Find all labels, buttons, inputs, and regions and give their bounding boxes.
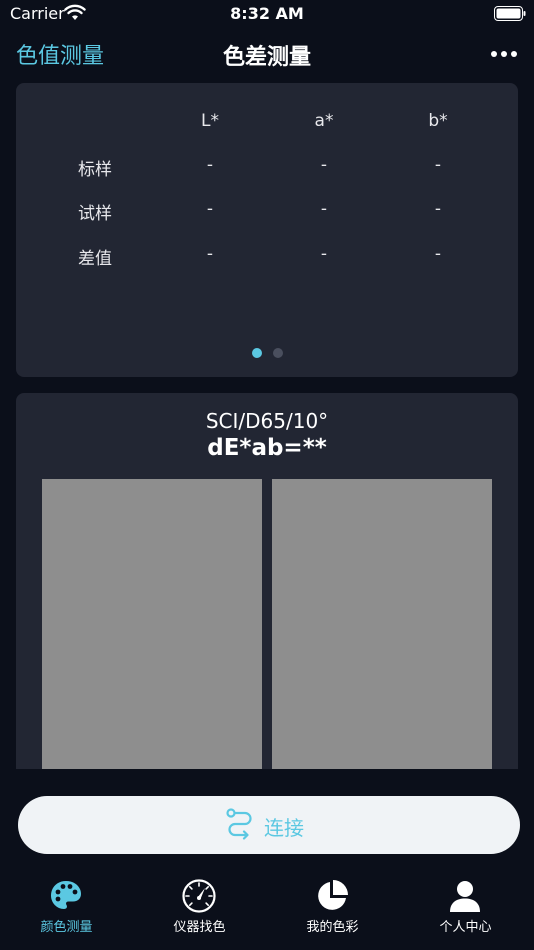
battery-icon xyxy=(494,6,526,21)
tab-label: 个人中心 xyxy=(439,920,492,935)
palette-icon xyxy=(51,881,81,909)
difference-a-value: - xyxy=(320,244,328,264)
page-dot-2[interactable] xyxy=(273,348,283,358)
clock: 8:32 AM xyxy=(230,4,304,23)
tab-label: 颜色测量 xyxy=(40,920,93,935)
tab-label: 我的色彩 xyxy=(306,920,359,935)
tab-profile[interactable]: 个人中心 xyxy=(399,874,532,944)
route-icon xyxy=(226,808,252,840)
tab-instrument-find[interactable]: 仪器找色 xyxy=(133,874,266,944)
user-icon xyxy=(450,881,480,912)
tab-label: 仪器找色 xyxy=(173,920,226,935)
tab-color-measure[interactable]: 颜色测量 xyxy=(0,874,133,944)
tab-my-colors[interactable]: 我的色彩 xyxy=(266,874,399,944)
standard-l-value: - xyxy=(206,155,214,175)
column-header-b: b* xyxy=(428,111,448,131)
row-label-difference: 差值 xyxy=(78,249,112,269)
lab-table-card[interactable]: L* a* b* 标样 - - - 试样 - - - 差值 - - - xyxy=(16,83,518,377)
sample-a-value: - xyxy=(320,199,328,219)
column-header-a: a* xyxy=(314,111,334,131)
difference-l-value: - xyxy=(206,244,214,264)
color-compare-card: SCI/D65/10° dE*ab=** xyxy=(16,393,518,769)
page-title: 色差测量 xyxy=(222,45,311,70)
difference-b-value: - xyxy=(434,244,442,264)
connect-label: 连接 xyxy=(264,816,304,840)
pie-chart-icon xyxy=(318,880,348,910)
delta-e-value: dE*ab=** xyxy=(207,435,327,461)
standard-b-value: - xyxy=(434,155,442,175)
row-label-sample: 试样 xyxy=(78,204,112,224)
status-bar: Carrier 8:32 AM xyxy=(0,0,534,28)
standard-a-value: - xyxy=(320,155,328,175)
sample-l-value: - xyxy=(206,199,214,219)
sample-color-swatch xyxy=(272,479,492,769)
measure-condition: SCI/D65/10° xyxy=(205,409,329,433)
gauge-icon xyxy=(182,879,216,913)
row-label-standard: 标样 xyxy=(78,160,112,180)
standard-color-swatch xyxy=(42,479,262,769)
ellipsis-icon[interactable] xyxy=(490,44,518,64)
connect-button[interactable]: 连接 xyxy=(18,796,520,854)
page-dot-1[interactable] xyxy=(252,348,262,358)
sample-b-value: - xyxy=(434,199,442,219)
column-header-l: L* xyxy=(201,111,219,131)
